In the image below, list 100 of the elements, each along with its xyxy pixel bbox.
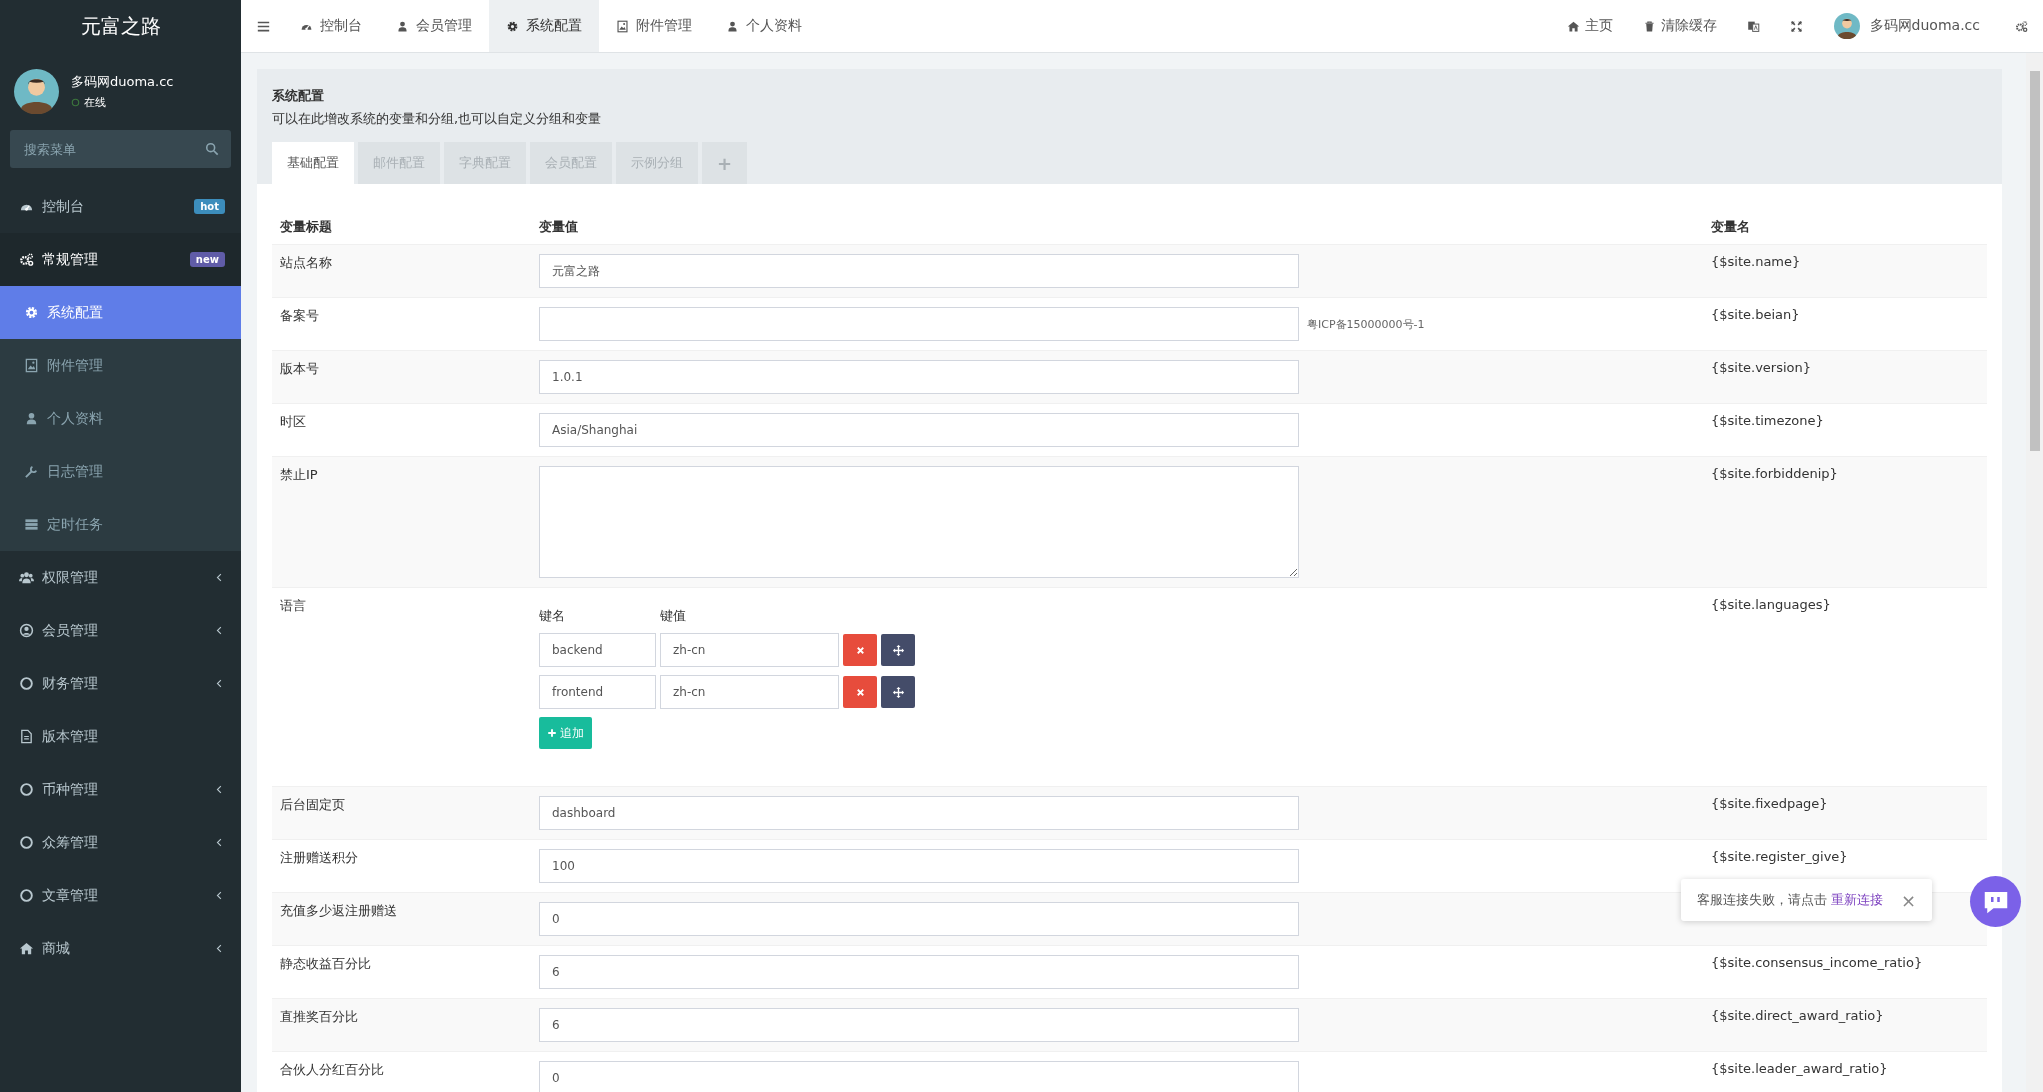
menu-icon [24, 358, 39, 373]
field-label: 语言 [279, 597, 307, 615]
menu-item[interactable]: 版本管理 [0, 710, 241, 763]
tab-icon [616, 19, 629, 33]
input-field[interactable]: 0 [539, 1061, 1299, 1092]
reconnect-link[interactable]: 重新连接 [1831, 891, 1883, 909]
badge: new [189, 252, 225, 267]
menu-item[interactable]: 商城 [0, 922, 241, 975]
input-field[interactable]: 1.0.1 [539, 360, 1299, 394]
variable-name: {$site.beian} [1711, 307, 1800, 322]
field-label: 直推奖百分比 [279, 1008, 359, 1026]
input-field[interactable]: 6 [539, 955, 1299, 989]
input-field[interactable]: 6 [539, 1008, 1299, 1042]
field-label: 时区 [279, 413, 307, 431]
move-icon [892, 686, 904, 698]
nav-tab[interactable]: 个人资料 [709, 0, 819, 52]
menu-item[interactable]: 文章管理 [0, 869, 241, 922]
column-header: 变量名 [1710, 218, 1751, 236]
input-field[interactable]: 0 [539, 902, 1299, 936]
nav-link[interactable]: 清除缓存 [1627, 0, 1732, 52]
close-button[interactable]: × [1901, 889, 1917, 911]
field-label: 版本号 [279, 360, 320, 378]
menu-item[interactable]: 常规管理 new [0, 233, 241, 286]
input-field[interactable] [539, 307, 1299, 341]
menu-icon [24, 464, 39, 479]
toast-message: 客服连接失败，请点击 [1697, 891, 1827, 909]
user-name: 多码网duoma.cc [71, 72, 174, 91]
menu-icon [24, 411, 39, 426]
input-field[interactable]: 元富之路 [539, 254, 1299, 288]
menu-icon [24, 517, 39, 532]
close-icon [854, 686, 866, 698]
menu-item[interactable]: 币种管理 [0, 763, 241, 816]
menu-item[interactable]: 控制台 hot [0, 180, 241, 233]
menu-icon [19, 623, 34, 638]
menu-item[interactable]: 附件管理 [0, 339, 241, 392]
drag-handle[interactable] [881, 676, 915, 708]
variable-name: {$site.direct_award_ratio} [1711, 1008, 1884, 1023]
field-label: 后台固定页 [279, 796, 346, 814]
tab-icon [396, 19, 409, 33]
key-field[interactable]: backend [539, 633, 656, 667]
input-field[interactable]: dashboard [539, 796, 1299, 830]
hint-text: 粤ICP备15000000号-1 [1307, 316, 1425, 332]
fullscreen-icon [1789, 19, 1803, 33]
menu-item[interactable]: 会员管理 [0, 604, 241, 657]
search-field[interactable]: 搜索菜单 [10, 130, 231, 168]
input-field[interactable]: 100 [539, 849, 1299, 883]
value-field[interactable]: zh-cn [660, 633, 839, 667]
search-icon [205, 142, 219, 156]
drag-handle[interactable] [881, 634, 915, 666]
key-field[interactable]: frontend [539, 675, 656, 709]
value-field[interactable]: zh-cn [660, 675, 839, 709]
home-icon [1566, 19, 1580, 33]
menu-icon [19, 252, 34, 267]
input-field[interactable]: Asia/Shanghai [539, 413, 1299, 447]
panel-subtitle: 可以在此增改系统的变量和分组,也可以自定义分组和变量 [272, 110, 603, 128]
menu-icon [19, 782, 34, 797]
field-label: 合伙人分红百分比 [279, 1061, 385, 1079]
badge: hot [194, 199, 225, 214]
menu-item[interactable]: 众筹管理 [0, 816, 241, 869]
menu-icon [257, 19, 270, 33]
scrollbar[interactable] [2026, 53, 2043, 1092]
variable-name: {$site.leader_award_ratio} [1711, 1061, 1888, 1076]
variable-name: {$site.forbiddenip} [1711, 466, 1838, 481]
menu-icon [19, 888, 34, 903]
variable-name: {$site.version} [1711, 360, 1812, 375]
menu-item[interactable]: 定时任务 [0, 498, 241, 551]
text-area[interactable] [539, 466, 1299, 578]
menu-item[interactable]: 个人资料 [0, 392, 241, 445]
user-menu[interactable]: 多码网duoma.cc [1817, 0, 2000, 52]
menu-item[interactable]: 财务管理 [0, 657, 241, 710]
nav-tab[interactable]: 附件管理 [599, 0, 709, 52]
menu-item[interactable]: 日志管理 [0, 445, 241, 498]
nav-link[interactable]: 主页 [1551, 0, 1628, 52]
field-label: 注册赠送积分 [279, 849, 359, 867]
variable-name: {$site.name} [1711, 254, 1801, 269]
settings-icon [2015, 19, 2028, 33]
menu-item[interactable]: 权限管理 [0, 551, 241, 604]
nav-tab[interactable]: 控制台 [283, 0, 379, 52]
nav-tab[interactable]: 系统配置 [489, 0, 599, 52]
field-label: 备案号 [279, 307, 320, 325]
menu-icon [19, 941, 34, 956]
trash-icon [1642, 19, 1656, 33]
field-label: 禁止IP [279, 466, 319, 484]
column-header: 变量值 [538, 218, 579, 236]
menu-item[interactable]: 系统配置 [0, 286, 241, 339]
panel-title: 系统配置 [272, 87, 325, 105]
move-icon [892, 644, 904, 656]
avatar [1833, 13, 1860, 39]
field-label: 静态收益百分比 [279, 955, 372, 973]
user-status: 在线 [84, 94, 106, 110]
plus-icon [547, 728, 557, 738]
field-label: 充值多少返注册赠送 [279, 902, 398, 920]
variable-name: {$site.consensus_income_ratio} [1711, 955, 1923, 970]
tab[interactable]: 基础配置 [272, 142, 354, 184]
tab-icon [506, 19, 519, 33]
nav-tab[interactable]: 会员管理 [379, 0, 489, 52]
field-label: 站点名称 [279, 254, 333, 272]
variable-name: {$site.timezone} [1711, 413, 1824, 428]
tab-icon [726, 19, 739, 33]
menu-icon [24, 305, 39, 320]
